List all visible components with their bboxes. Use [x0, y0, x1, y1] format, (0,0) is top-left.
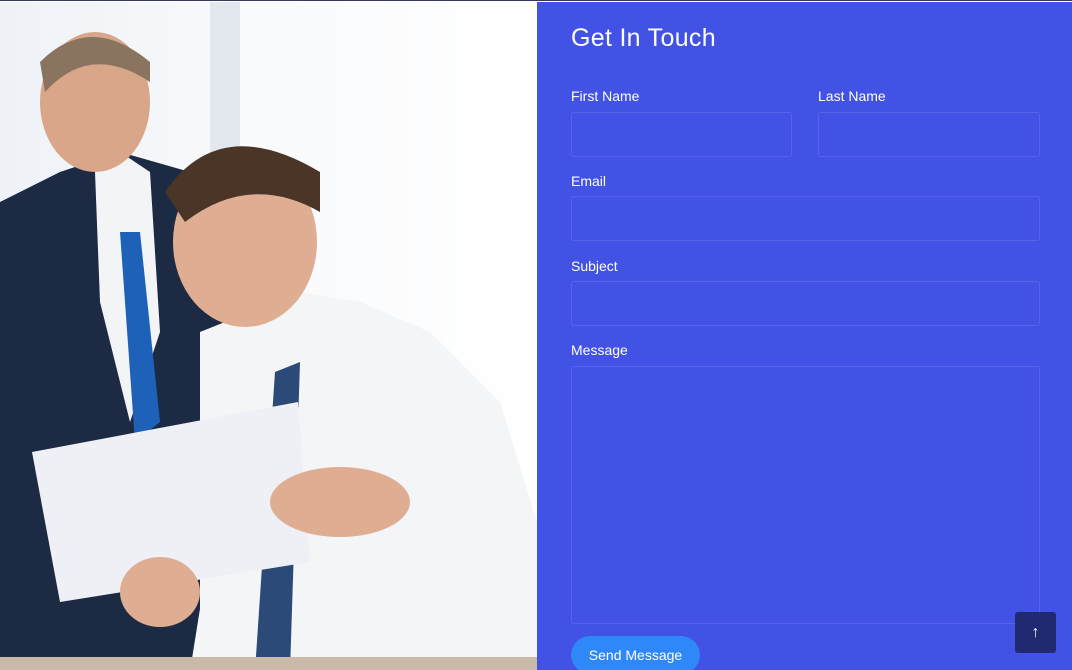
back-to-top-button[interactable]: ↑	[1015, 612, 1056, 653]
last-name-label: Last Name	[818, 88, 886, 104]
send-message-button[interactable]: Send Message	[571, 636, 700, 670]
arrow-up-icon: ↑	[1031, 623, 1040, 641]
form-title: Get In Touch	[571, 24, 716, 52]
message-textarea[interactable]	[571, 366, 1040, 624]
last-name-input[interactable]	[818, 112, 1040, 157]
email-label: Email	[571, 173, 607, 189]
first-name-input[interactable]	[571, 112, 792, 157]
business-people-photo	[0, 2, 537, 670]
message-label: Message	[571, 342, 628, 358]
contact-form: Get In Touch First Name Last Name Email …	[537, 2, 1072, 670]
first-name-label: First Name	[571, 88, 640, 104]
email-input[interactable]	[571, 196, 1040, 241]
hero-photo	[0, 2, 537, 670]
subject-input[interactable]	[571, 281, 1040, 326]
subject-label: Subject	[571, 258, 618, 274]
